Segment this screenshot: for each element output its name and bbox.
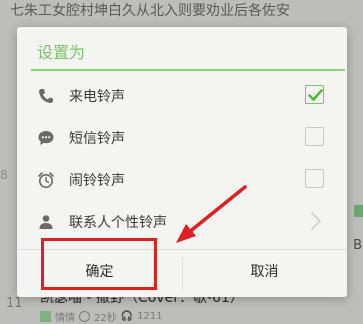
alarm-ringtone-checkbox[interactable] [305, 169, 324, 188]
song-plays: 1211 [137, 311, 163, 322]
chevron-right-icon [309, 210, 323, 236]
phone-icon [37, 87, 55, 105]
option-sms-ringtone[interactable]: 短信铃声 [17, 121, 347, 155]
cancel-button[interactable]: 取消 [182, 250, 347, 297]
clock-icon [79, 311, 90, 322]
background-list-number: 8 [0, 168, 8, 182]
highlight-box [41, 238, 157, 290]
option-call-ringtone[interactable]: 来电铃声 [17, 79, 347, 113]
alarm-clock-icon [37, 171, 55, 189]
sms-ringtone-checkbox[interactable] [305, 127, 324, 146]
background-badge [354, 205, 363, 217]
song-meta: 情情 22秒 🎧 1211 [40, 309, 163, 324]
option-contact-ringtone[interactable]: 联系人个性铃声 [17, 205, 347, 239]
call-ringtone-checkbox[interactable] [305, 85, 324, 104]
song-duration: 22秒 [94, 313, 117, 324]
message-icon [37, 129, 55, 147]
contact-person-icon [37, 213, 55, 231]
tag-icon [40, 311, 51, 322]
background-side-char: B [353, 238, 362, 253]
option-label: 联系人个性铃声 [69, 215, 167, 231]
title-divider [31, 69, 345, 71]
option-label: 闹铃铃声 [69, 173, 125, 189]
option-alarm-ringtone[interactable]: 闹铃铃声 [17, 163, 347, 197]
song-author: 情情 [55, 313, 75, 324]
option-label: 来电铃声 [69, 89, 125, 105]
dialog-title: 设置为 [37, 43, 86, 62]
headphones-icon: 🎧 [120, 311, 134, 322]
option-label: 短信铃声 [69, 131, 125, 147]
song-number: 11 [6, 296, 23, 311]
background-text: 七朱工女腔村坤白久从北入则要劝业后各佐安 [10, 3, 290, 19]
